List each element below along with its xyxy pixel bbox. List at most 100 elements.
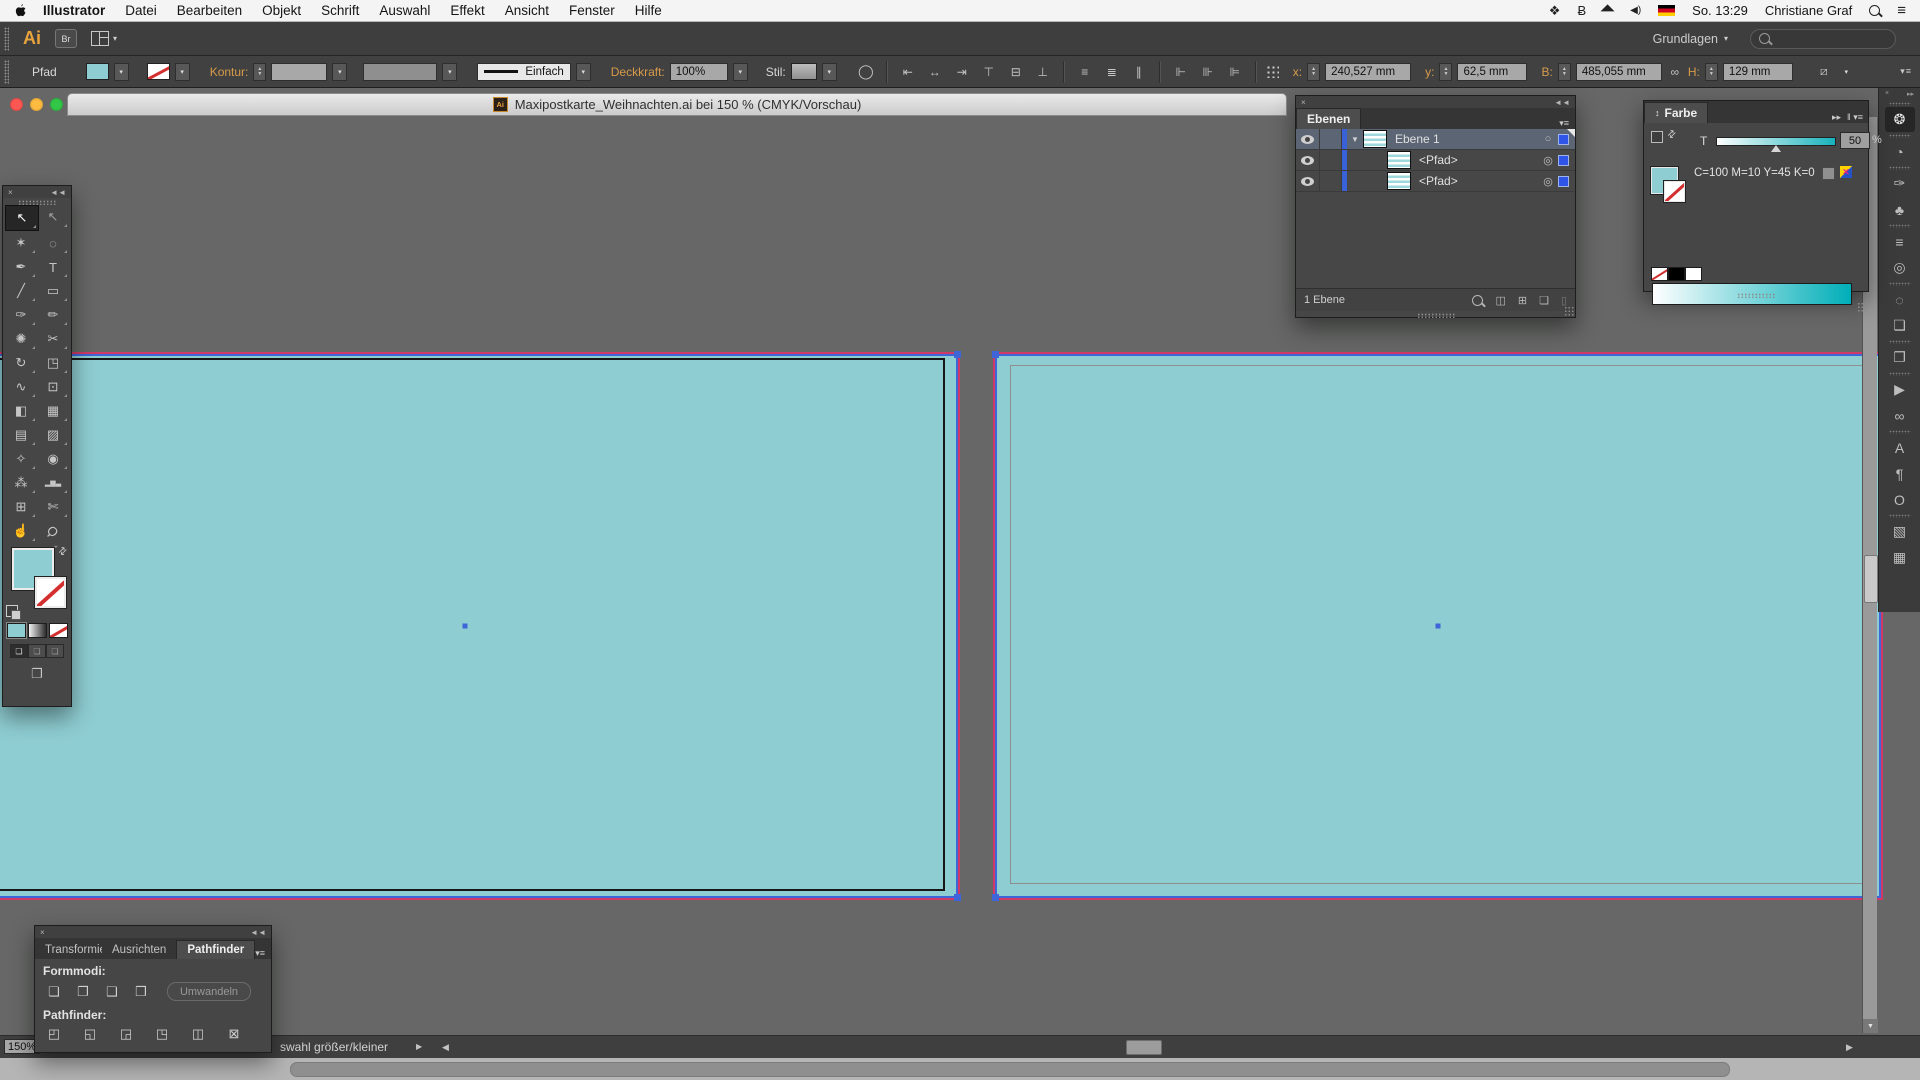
dropbox-icon[interactable]: ❖ [1549, 3, 1561, 19]
anchor-point[interactable] [954, 894, 961, 901]
collapse-icon[interactable]: ◄◄ [1554, 98, 1570, 107]
transparenz-panel-icon[interactable]: ◎ [1885, 255, 1915, 280]
black-swatch[interactable] [1668, 267, 1685, 281]
line-tool[interactable]: ╱ [5, 279, 37, 303]
expand-icon[interactable]: ▸▸ [1907, 90, 1914, 98]
lock-toggle[interactable] [1320, 171, 1342, 191]
stroke-proxy-swatch[interactable] [1664, 181, 1685, 202]
locate-object-icon[interactable] [1472, 295, 1483, 306]
new-sublayer-icon[interactable]: ⊞ [1518, 294, 1527, 307]
window-zoom-button[interactable] [50, 98, 63, 111]
stil-dropdown[interactable]: ▾ [822, 63, 837, 81]
y-field[interactable]: 62,5 mm [1457, 63, 1527, 81]
distribute-space-1-icon[interactable]: ⊩ [1170, 65, 1192, 79]
tint-slider-thumb[interactable] [1771, 145, 1781, 152]
collapse-icon[interactable]: ▸▸ [1832, 112, 1847, 123]
horizontal-align-right-icon[interactable]: ⇥ [951, 65, 973, 79]
default-fill-stroke-icon[interactable] [6, 605, 18, 617]
shear-transform-icon[interactable]: ⧄ [1813, 64, 1835, 79]
fill-color-dropdown[interactable]: ▾ [114, 63, 129, 81]
target-icon[interactable]: ◎ [1538, 175, 1558, 188]
pen-tool[interactable]: ✒ [5, 255, 37, 279]
gamut-warning-icon[interactable] [1840, 166, 1852, 178]
kontur-label[interactable]: Kontur: [210, 65, 249, 79]
recolor-artwork-icon[interactable]: ◯ [855, 63, 877, 80]
height-field[interactable]: 129 mm [1723, 63, 1793, 81]
kontur-panel-icon[interactable]: ≡ [1885, 229, 1915, 254]
path-center-point[interactable] [463, 624, 468, 629]
layer-thumbnail[interactable] [1363, 130, 1387, 148]
selection-indicator[interactable] [1558, 176, 1569, 187]
horizontal-align-center-icon[interactable]: ↔ [924, 65, 946, 79]
farbhilfe-panel-icon[interactable]: ◔ [1885, 139, 1915, 164]
notification-center-icon[interactable]: ≡ [1897, 2, 1906, 19]
perspective-grid-tool[interactable]: ▦ [37, 399, 69, 423]
selection-tool[interactable]: ↖ [5, 205, 39, 231]
arrange-documents-button[interactable]: ▾ [91, 31, 117, 46]
symbole-panel-icon[interactable]: ♣ [1885, 197, 1915, 222]
width-tool[interactable]: ∿ [5, 375, 37, 399]
direct-selection-tool[interactable]: ↖ [37, 205, 69, 229]
close-icon[interactable]: × [1885, 90, 1889, 98]
visibility-toggle[interactable] [1296, 171, 1320, 191]
anchor-point[interactable] [954, 351, 961, 358]
shape-builder-tool[interactable]: ◧ [5, 399, 37, 423]
blend-tool[interactable]: ◉ [37, 447, 69, 471]
panel-menu-icon[interactable]: ▾≡ [255, 948, 271, 959]
vertical-scrollbar-thumb[interactable] [1864, 555, 1878, 603]
type-tool[interactable]: T [37, 255, 69, 279]
vertical-align-bottom-icon[interactable]: ⊥ [1032, 65, 1054, 79]
distribute-top-icon[interactable]: ≡ [1074, 65, 1096, 79]
vertical-align-top-icon[interactable]: ⊤ [978, 65, 1000, 79]
stroke-weight-field[interactable] [271, 63, 327, 81]
menu-schrift[interactable]: Schrift [311, 3, 369, 18]
stroke-weight-stepper[interactable]: ▲▼ [253, 63, 266, 81]
clipping-mask-icon[interactable]: ◫ [1495, 294, 1505, 307]
close-icon[interactable]: × [40, 928, 45, 937]
blob-brush-tool[interactable]: ✺ [5, 327, 37, 351]
layer-name[interactable]: Ebene 1 [1387, 132, 1538, 146]
scissors-tool[interactable]: ✂ [37, 327, 69, 351]
absatz-panel-icon[interactable]: ¶ [1885, 461, 1915, 486]
width-profile-dropdown[interactable]: ▾ [442, 63, 457, 81]
horizontal-align-left-icon[interactable]: ⇤ [897, 65, 919, 79]
draw-normal-button[interactable]: ❏ [10, 644, 28, 658]
farbe-panel-icon[interactable]: ❂ [1885, 107, 1915, 132]
anchor-point[interactable] [992, 894, 999, 901]
minus-back-button[interactable]: ⊠ [223, 1026, 245, 1042]
scroll-left-button[interactable]: ◀ [442, 1042, 449, 1053]
menu-datei[interactable]: Datei [115, 3, 167, 18]
search-input[interactable] [1750, 29, 1896, 49]
previous-color-proxy[interactable] [1822, 167, 1835, 180]
status-popup-icon[interactable]: ▶ [416, 1042, 422, 1051]
raster-panel-icon[interactable]: ▦ [1885, 545, 1915, 570]
control-panel-menu-icon[interactable]: ▾≡ [1900, 66, 1912, 77]
color-button[interactable] [7, 623, 26, 638]
menu-auswahl[interactable]: Auswahl [369, 3, 440, 18]
stil-swatch[interactable] [791, 63, 817, 80]
stroke-color-swatch[interactable] [147, 63, 170, 80]
menu-objekt[interactable]: Objekt [252, 3, 311, 18]
workspace-switcher[interactable]: Grundlagen ▾ [1653, 32, 1728, 46]
draw-inside-button[interactable]: ❏ [46, 644, 64, 658]
screen-mode-button[interactable]: ❐ [3, 666, 71, 682]
symbol-sprayer-tool[interactable]: ⁂ [5, 471, 37, 495]
tint-slider[interactable] [1716, 137, 1836, 146]
deckkraft-field[interactable]: 100% [670, 63, 728, 81]
distribute-space-3-icon[interactable]: ⊫ [1224, 65, 1246, 79]
menu-ansicht[interactable]: Ansicht [495, 3, 559, 18]
panel-menu-icon[interactable]: ‖ ▾≡ [1847, 112, 1868, 123]
menu-bar-user[interactable]: Christiane Graf [1765, 3, 1852, 18]
exclude-button[interactable]: ❒ [130, 984, 152, 1000]
lasso-tool[interactable]: ◌ [37, 231, 69, 255]
gripper[interactable] [1417, 313, 1455, 318]
gripper[interactable] [1737, 293, 1775, 298]
lock-toggle[interactable] [1320, 129, 1342, 149]
x-stepper[interactable]: ▲▼ [1307, 63, 1320, 81]
distribute-bottom-icon[interactable]: ∥ [1128, 65, 1150, 79]
stroke-color-dropdown[interactable]: ▾ [175, 63, 190, 81]
menu-effekt[interactable]: Effekt [440, 3, 494, 18]
artboard-tool[interactable]: ⊞ [5, 495, 37, 519]
layer-row[interactable]: <Pfad> ◎ [1296, 150, 1575, 171]
stroke-style-dropdown[interactable]: Einfach [477, 63, 570, 81]
